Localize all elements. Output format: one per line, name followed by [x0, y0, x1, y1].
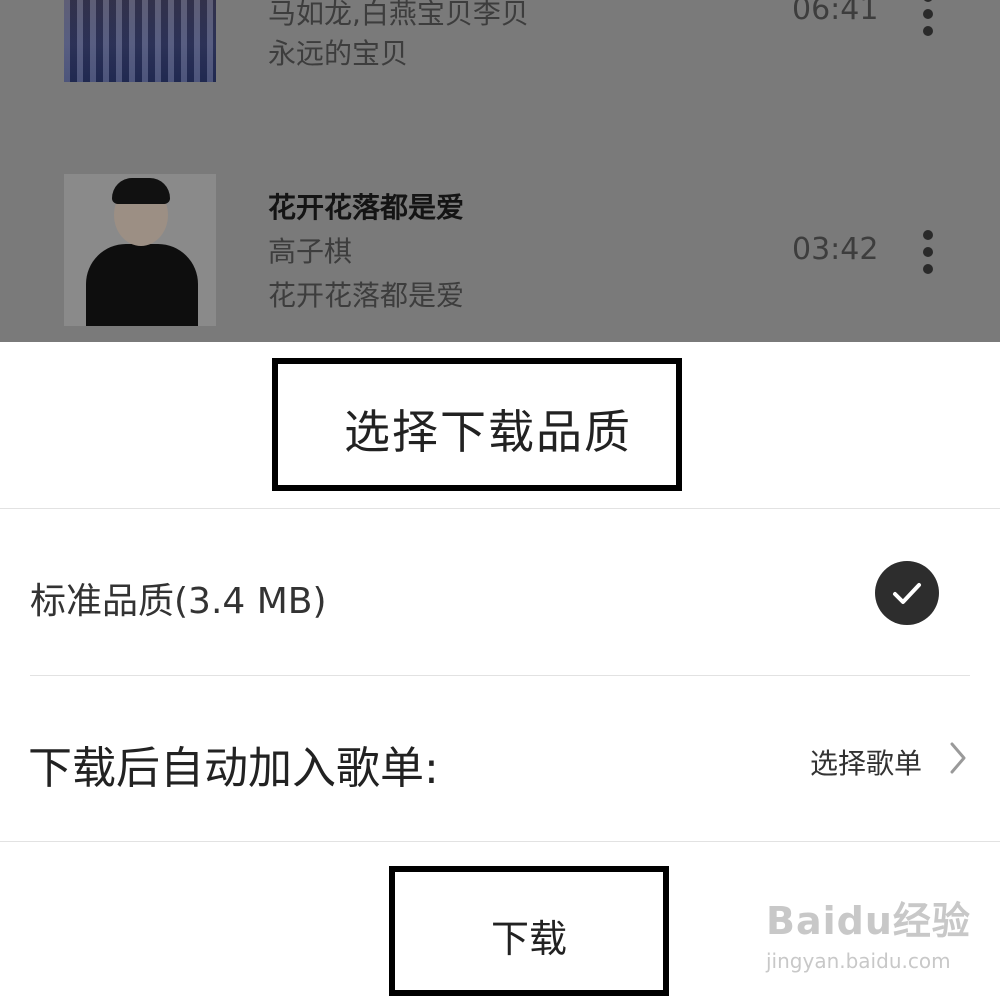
checkmark-icon [875, 561, 939, 625]
song-album: 花开花落都是爱 [268, 279, 465, 312]
artist-portrait [64, 174, 216, 326]
sheet-title: 选择下载品质 [344, 405, 632, 459]
song-album: 永远的宝贝 [268, 37, 409, 70]
song-artist: 高子棋 [268, 235, 353, 268]
divider [0, 508, 1000, 509]
song-duration: 06:41 [792, 0, 879, 27]
baidu-jingyan-watermark: Baidu经验 jingyan.baidu.com [766, 890, 971, 973]
more-options-icon[interactable] [920, 0, 936, 43]
album-cover [64, 0, 216, 82]
watermark-brand: Baidu经验 [766, 899, 971, 943]
auto-add-playlist-label: 下载后自动加入歌单: [28, 743, 439, 794]
download-button[interactable]: 下载 [389, 866, 669, 996]
song-duration: 03:42 [792, 232, 879, 267]
divider [30, 675, 970, 676]
watermark-url: jingyan.baidu.com [766, 949, 951, 973]
divider [0, 841, 1000, 842]
song-list-background: 马如龙,白燕宝贝李贝 永远的宝贝 06:41 花开花落都是爱 高子棋 花开花落都… [0, 0, 1000, 342]
title-highlight-box: 选择下载品质 [272, 358, 682, 491]
song-title: 花开花落都是爱 [268, 191, 465, 224]
quality-option-label: 标准品质(3.4 MB) [30, 581, 327, 622]
select-playlist-link[interactable]: 选择歌单 [810, 742, 922, 782]
download-button-label: 下载 [490, 917, 567, 961]
more-options-icon[interactable] [920, 230, 936, 281]
song-artist: 马如龙,白燕宝贝李贝 [268, 0, 529, 30]
chevron-right-icon [950, 742, 966, 774]
